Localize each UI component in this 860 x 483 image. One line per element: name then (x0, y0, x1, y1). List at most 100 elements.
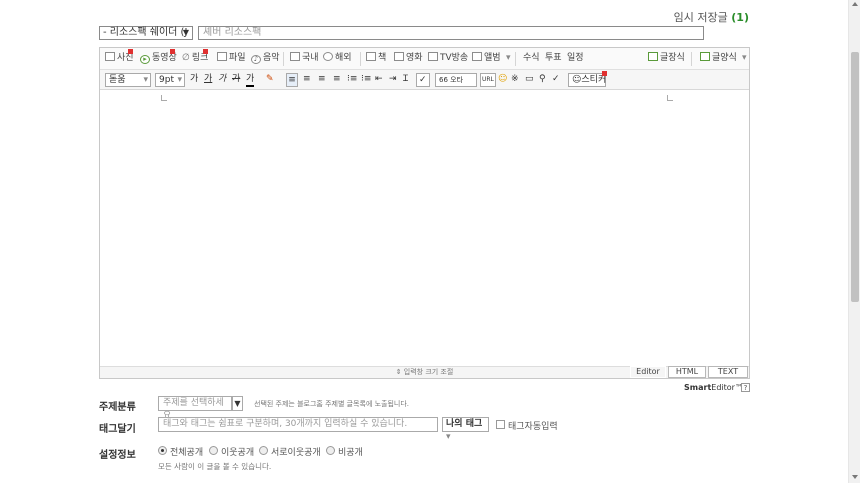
strike-button[interactable]: 가 (232, 73, 240, 87)
scroll-up-icon[interactable] (852, 2, 858, 6)
bullet-list-icon[interactable]: ⁝≡ (361, 73, 371, 87)
toolbar-overseas-button[interactable]: 해외 (323, 52, 352, 65)
link-icon: ∅ (182, 53, 190, 63)
chevron-down-icon[interactable]: ▼ (232, 396, 243, 411)
numbered-list-icon[interactable]: ⁝≡ (347, 73, 357, 87)
settings-desc: 모든 사람이 이 글을 볼 수 있습니다. (158, 462, 272, 471)
new-badge (128, 49, 133, 54)
new-badge (203, 49, 208, 54)
tag-input[interactable]: 태그와 태그는 쉼표로 구분하며, 30개까지 입력하실 수 있습니다. (158, 417, 438, 432)
topic-select[interactable]: 주제를 선택하세요 (158, 396, 232, 421)
align-justify-icon[interactable]: ≡ (333, 73, 341, 87)
emoticon-icon[interactable]: ☺ (498, 73, 507, 87)
radio-neighbor[interactable] (209, 446, 218, 455)
radio-private[interactable] (326, 446, 335, 455)
indent-icon[interactable]: ⇥ (389, 73, 397, 87)
globe-icon (323, 52, 333, 61)
radio-mutual-neighbor[interactable] (259, 446, 268, 455)
tab-html[interactable]: HTML (668, 366, 706, 378)
radio-public[interactable] (158, 446, 167, 455)
toolbar-file-button[interactable]: 파일 (217, 52, 246, 65)
more-chevron-icon[interactable]: ▾ (506, 52, 511, 65)
chevron-down-icon: ▼ (182, 28, 189, 37)
album-icon (472, 52, 482, 61)
url-icon[interactable]: URL (480, 73, 496, 87)
margin-corner-right (667, 95, 673, 101)
smart-editor: 사진 ▸ 동영상 ∅ 링크 파일 ♪ 음악 국내 해외 책 영화 TV방송 앨범 ▾ … (99, 47, 750, 379)
music-label: 음악 (263, 53, 280, 63)
sticker-button[interactable]: ☺스티커 (568, 71, 607, 87)
map-pin-icon[interactable]: ✓ (552, 73, 560, 87)
toolbar-separator (515, 52, 516, 66)
toolbar-music-button[interactable]: ♪ 음악 (251, 52, 280, 65)
toolbar-movie-button[interactable]: 영화 (394, 52, 423, 65)
help-icon[interactable]: ? (741, 383, 750, 392)
scroll-down-icon[interactable] (852, 475, 858, 479)
file-icon (217, 52, 227, 61)
toolbar-separator (283, 52, 284, 66)
more-chevron-icon[interactable]: ▾ (742, 52, 747, 65)
radio-public-label: 전체공개 (170, 448, 204, 458)
toolbar-vote-button[interactable]: 투표 (545, 52, 562, 65)
template-label: 글양식 (712, 53, 737, 63)
special-char-icon[interactable]: ※ (511, 73, 519, 87)
toolbar-tv-button[interactable]: TV방송 (428, 52, 468, 65)
toolbar-link-button[interactable]: ∅ 링크 (182, 49, 209, 65)
toolbar-album-button[interactable]: 앨범 (472, 52, 501, 65)
autosave-link[interactable]: 임시 저장글 (1) (674, 9, 749, 25)
video-label: 동영상 (152, 53, 177, 63)
toolbar-video-button[interactable]: ▸ 동영상 (140, 49, 177, 65)
toolbar-photo-button[interactable]: 사진 (105, 49, 134, 65)
font-size-select[interactable]: 9pt ▾ (155, 73, 185, 87)
editor-content-area[interactable] (100, 90, 749, 366)
album-label: 앨범 (484, 53, 501, 63)
autosave-count: (1) (731, 11, 749, 24)
my-tag-button[interactable]: 나의 태그 ▾ (442, 417, 489, 442)
tab-editor[interactable]: Editor (630, 366, 666, 378)
font-color-button[interactable]: 가 (246, 73, 255, 87)
chevron-down-icon: ▾ (143, 75, 148, 85)
tag-auto-checkbox[interactable] (496, 420, 505, 429)
highlight-icon[interactable]: ✎ (266, 73, 274, 87)
quote-button[interactable]: 66 오타 (435, 73, 477, 87)
underline-button[interactable]: 가 (204, 73, 212, 87)
tv-label: TV방송 (440, 53, 469, 63)
topic-hint: 선택된 주제는 블로그홈 주제별 글목록에 노출됩니다. (254, 400, 410, 408)
photo-icon (105, 52, 115, 61)
table-icon[interactable]: ▭ (525, 73, 534, 87)
format-toolbar: 돋움 ▾ 9pt ▾ 가 가 가 가 가 ✎ ≡ ≡ ≡ ≡ ⁝≡ ⁝≡ ⇤ ⇥ Ɪ… (100, 70, 749, 90)
find-icon[interactable]: ⚲ (539, 73, 546, 87)
link-label: 링크 (191, 53, 209, 63)
toolbar-formula-button[interactable]: 수식 (523, 52, 540, 65)
toolbar-domestic-button[interactable]: 국내 (290, 52, 319, 65)
font-select[interactable]: 돋움 ▾ (105, 73, 151, 87)
align-right-icon[interactable]: ≡ (318, 73, 326, 87)
page-scrollbar[interactable] (848, 0, 860, 483)
tab-text[interactable]: TEXT (708, 366, 748, 378)
photo-label: 사진 (117, 53, 134, 63)
movie-label: 영화 (406, 53, 423, 63)
font-size-value: 9pt (159, 75, 174, 85)
bold-button[interactable]: 가 (190, 73, 198, 87)
scroll-thumb[interactable] (851, 52, 859, 302)
toolbar-template-button[interactable]: 글양식 (700, 52, 737, 65)
align-left-icon[interactable]: ≡ (286, 73, 298, 87)
italic-button[interactable]: 가 (218, 73, 226, 87)
outdent-icon[interactable]: ⇤ (375, 73, 383, 87)
spellcheck-button[interactable]: ✓ (416, 73, 430, 87)
align-center-icon[interactable]: ≡ (303, 73, 311, 87)
toolbar-book-button[interactable]: 책 (366, 52, 386, 65)
music-icon: ♪ (251, 55, 261, 64)
book-label: 책 (378, 53, 387, 63)
clear-format-icon[interactable]: Ɪ (403, 73, 408, 87)
autosave-label: 임시 저장글 (673, 11, 728, 24)
category-select[interactable]: - 리소스팩 쉐이더 (J ▼ (99, 26, 193, 40)
chevron-down-icon: ▾ (446, 432, 451, 442)
sticker-icon: ☺ (572, 75, 582, 85)
toolbar-post-style-button[interactable]: 글장식 (648, 52, 685, 65)
title-input[interactable]: 셰버 리소스팩 (198, 26, 704, 40)
insert-toolbar: 사진 ▸ 동영상 ∅ 링크 파일 ♪ 음악 국내 해외 책 영화 TV방송 앨범 ▾ … (100, 48, 749, 70)
brand-bold: Smart (684, 383, 712, 392)
toolbar-schedule-button[interactable]: 일정 (567, 52, 584, 65)
font-value: 돋움 (109, 75, 126, 85)
